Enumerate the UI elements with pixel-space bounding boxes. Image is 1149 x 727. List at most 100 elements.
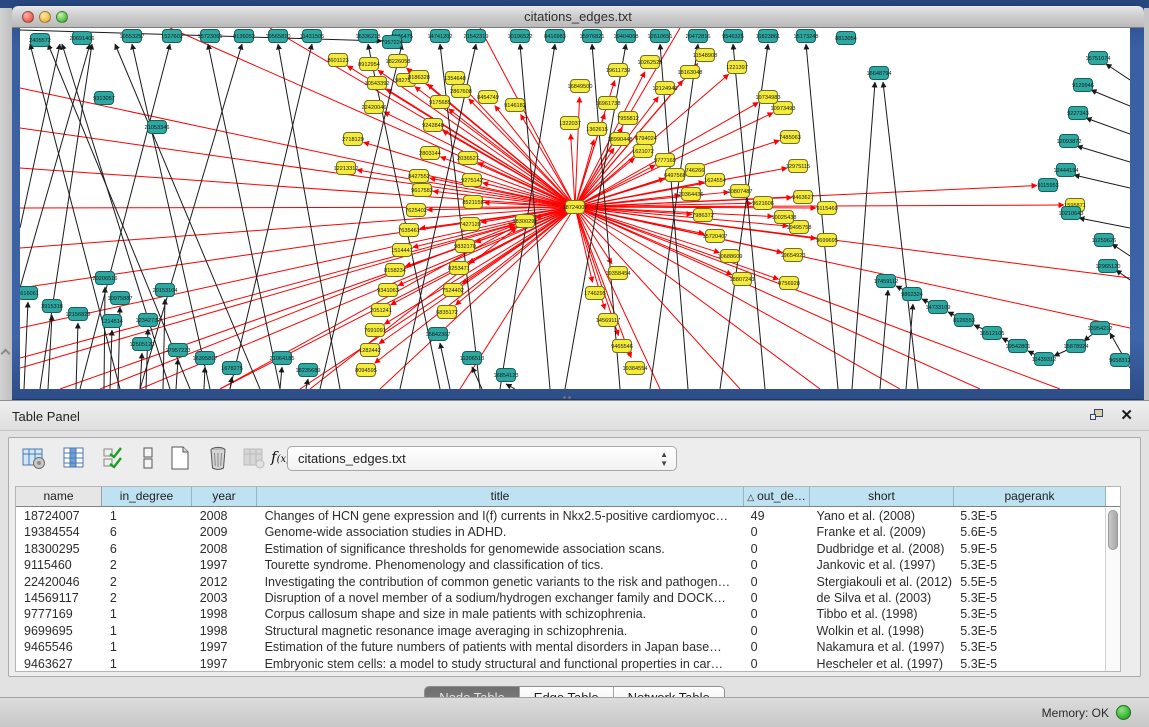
graph-node[interactable]: 11206513 — [460, 352, 484, 365]
graph-edge-black[interactable] — [1106, 64, 1130, 80]
graph-node[interactable]: 6835172 — [436, 306, 458, 319]
graph-node[interactable]: 9832170 — [454, 240, 476, 253]
graph-node[interactable]: 10553257 — [120, 30, 145, 43]
graph-node[interactable]: 11548908 — [693, 49, 717, 62]
graph-node[interactable]: 9777169 — [654, 154, 676, 167]
graph-node[interactable]: 9129946 — [1072, 79, 1094, 92]
delete-table-icon[interactable] — [205, 445, 231, 471]
graph-node[interactable]: 11439312 — [1032, 353, 1056, 366]
graph-node[interactable]: 8253471 — [448, 262, 470, 275]
graph-node[interactable]: 18163048 — [678, 66, 703, 79]
graph-node[interactable]: 10975887 — [108, 292, 133, 305]
graph-node[interactable]: 7635461 — [398, 224, 420, 237]
graph-node[interactable]: 9699695 — [816, 234, 838, 247]
graph-node[interactable]: 2718129 — [342, 133, 364, 146]
graph-node[interactable]: 1678275 — [221, 362, 243, 375]
graph-node[interactable]: 16395817 — [193, 352, 218, 365]
graph-node[interactable]: 9242848 — [422, 119, 444, 132]
graph-node[interactable]: 1282442 — [359, 344, 381, 357]
graph-node[interactable]: 12093872 — [1057, 135, 1082, 148]
graph-node[interactable]: 9136052 — [233, 30, 255, 43]
graph-edge-red[interactable] — [575, 207, 779, 279]
table-row[interactable]: 969969511998Structural magnetic resonanc… — [16, 623, 1104, 639]
graph-node[interactable]: 18990448 — [608, 133, 633, 146]
graph-node[interactable]: 8601123 — [327, 54, 348, 67]
graph-node[interactable]: 9115953 — [1037, 179, 1058, 192]
graph-node[interactable]: 746266 — [686, 164, 705, 177]
graph-edge-black[interactable] — [806, 44, 838, 389]
graph-node[interactable]: 15878924 — [1064, 340, 1089, 353]
graph-node[interactable]: 16648794 — [867, 67, 892, 80]
new-table-icon[interactable] — [167, 445, 193, 471]
graph-node[interactable]: 19611739 — [606, 64, 630, 77]
graph-node[interactable]: 8813054 — [835, 32, 857, 45]
graph-node[interactable]: 10025438 — [772, 211, 797, 224]
graph-edge-black[interactable] — [1079, 218, 1130, 228]
table-chooser-dropdown[interactable]: citations_edges.txt ▲▼ — [287, 446, 677, 471]
graph-node[interactable]: 16961738 — [596, 97, 621, 110]
graph-node[interactable]: 1624554 — [704, 174, 726, 187]
graph-node[interactable]: 9146182 — [504, 99, 526, 112]
graph-node[interactable]: 17459112 — [874, 275, 898, 288]
graph-edge-red[interactable] — [430, 178, 575, 207]
graph-node[interactable]: 22420046 — [362, 101, 387, 114]
graph-node[interactable]: 11823861 — [756, 30, 780, 43]
column-header-pagerank[interactable]: pagerank — [954, 487, 1106, 506]
graph-edge-red[interactable] — [20, 207, 575, 328]
graph-node[interactable]: 15173248 — [794, 30, 819, 43]
graph-node[interactable]: 11431505 — [300, 30, 324, 43]
graph-node[interactable]: 16336218 — [356, 30, 381, 43]
graph-node[interactable]: 19384554 — [623, 362, 648, 375]
graph-node[interactable]: 10196522 — [508, 30, 533, 43]
graph-node[interactable]: 7957224 — [381, 36, 403, 49]
graph-node[interactable]: 15720407 — [703, 230, 728, 243]
graph-node[interactable]: 8126553 — [953, 314, 975, 327]
graph-edge-black[interactable] — [48, 315, 52, 389]
graph-edge-black[interactable] — [62, 44, 170, 389]
graph-node[interactable]: 2036527 — [457, 152, 479, 165]
graph-node[interactable]: 18235689 — [296, 364, 321, 377]
graph-edge-black[interactable] — [278, 44, 340, 389]
graph-node[interactable]: 8454749 — [477, 91, 499, 104]
graph-node[interactable]: 12505123 — [130, 338, 155, 351]
graph-node[interactable]: 1362615 — [586, 123, 608, 136]
graph-edge-black[interactable] — [163, 299, 165, 389]
graph-edge-black[interactable] — [1086, 118, 1130, 134]
graph-node[interactable]: 20472816 — [686, 30, 711, 43]
graph-edge-black[interactable] — [20, 44, 90, 288]
graph-edge-black[interactable] — [472, 367, 482, 389]
table-row[interactable]: 911546021997Tourette syndrome. Phenomeno… — [16, 557, 1104, 573]
table-row[interactable]: 1938455462009Genome-wide association stu… — [16, 524, 1104, 540]
graph-node[interactable]: 1354648 — [444, 72, 466, 85]
graph-node[interactable]: 19542801 — [1006, 340, 1031, 353]
graph-node[interactable]: 2405572 — [29, 34, 51, 47]
graph-node[interactable]: 20364436 — [679, 188, 704, 201]
graph-node[interactable]: 12965120 — [1096, 260, 1121, 273]
graph-edge-black[interactable] — [204, 367, 205, 389]
graph-edge-black[interactable] — [140, 44, 242, 389]
graph-node[interactable]: 2051241 — [370, 304, 392, 317]
table-settings-icon[interactable] — [21, 445, 47, 471]
graph-edge-black[interactable] — [1112, 244, 1130, 256]
graph-edge-red[interactable] — [20, 207, 575, 368]
graph-edge-black[interactable] — [1091, 90, 1130, 106]
table-row[interactable]: 1456911722003Disruption of a novel membe… — [16, 590, 1104, 606]
graph-node[interactable]: 1746295 — [584, 287, 606, 300]
graph-edge-black[interactable] — [320, 44, 402, 389]
graph-node[interactable]: 10543392 — [365, 77, 390, 90]
graph-edge-black[interactable] — [110, 330, 112, 389]
graph-node[interactable]: 19654923 — [781, 249, 806, 262]
table-scrollbar[interactable] — [1105, 508, 1120, 671]
graph-edge-black[interactable] — [883, 82, 918, 389]
graph-node[interactable]: 8158234 — [384, 264, 406, 277]
graph-edge-red[interactable] — [310, 228, 516, 389]
graph-node[interactable]: 13954212 — [1088, 322, 1113, 335]
graph-edge-black[interactable] — [1116, 270, 1130, 280]
graph-node[interactable]: 19734983 — [756, 91, 781, 104]
graph-node[interactable]: 2616061 — [20, 287, 39, 300]
graph-node[interactable]: 12610651 — [648, 30, 673, 43]
graph-node[interactable]: 1214514 — [101, 315, 123, 328]
graph-edge-black[interactable] — [24, 302, 28, 389]
graph-node[interactable]: 8427552 — [408, 170, 430, 183]
graph-edge-black[interactable] — [506, 384, 515, 389]
